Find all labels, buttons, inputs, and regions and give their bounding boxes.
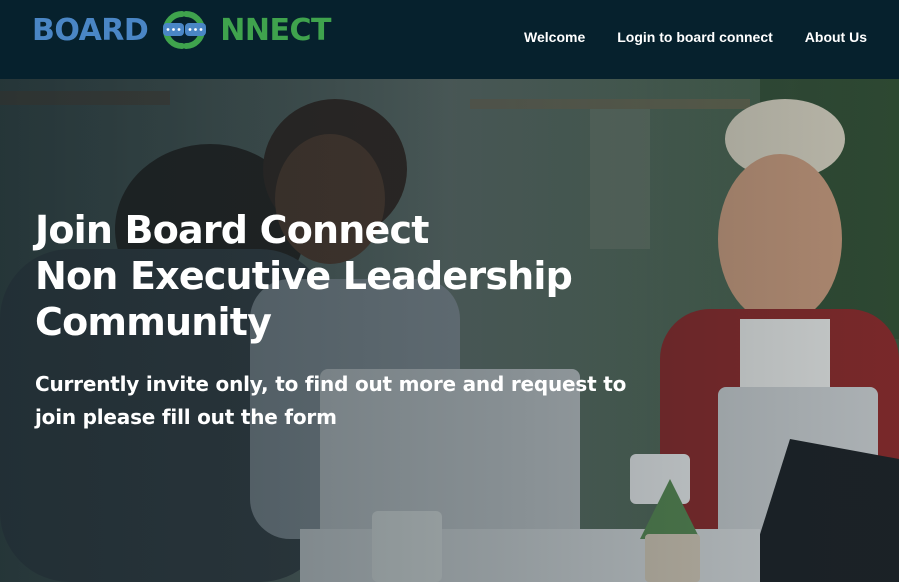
nav-link-login[interactable]: Login to board connect: [617, 28, 773, 46]
hero-heading-line: Community: [35, 300, 272, 344]
board-connect-logo[interactable]: BOARD NNECT: [32, 10, 331, 50]
logo-chat-bubble-icon: [149, 10, 219, 50]
hero-heading: Join Board Connect Non Executive Leaders…: [35, 207, 675, 345]
logo-text-board: BOARD: [32, 12, 149, 48]
nav-link-welcome[interactable]: Welcome: [524, 28, 585, 46]
hero-section: Join Board Connect Non Executive Leaders…: [0, 79, 899, 582]
hero-heading-line: Join Board Connect: [35, 208, 429, 252]
hero-subtitle: Currently invite only, to find out more …: [35, 372, 627, 429]
logo-text-nnect: NNECT: [220, 12, 331, 48]
main-nav: Welcome Login to board connect About Us: [524, 28, 867, 46]
hero-heading-line: Non Executive Leadership: [35, 254, 573, 298]
top-navbar: BOARD NNECT Welcome Login to board conne…: [0, 0, 899, 79]
nav-link-about-us[interactable]: About Us: [805, 28, 867, 46]
